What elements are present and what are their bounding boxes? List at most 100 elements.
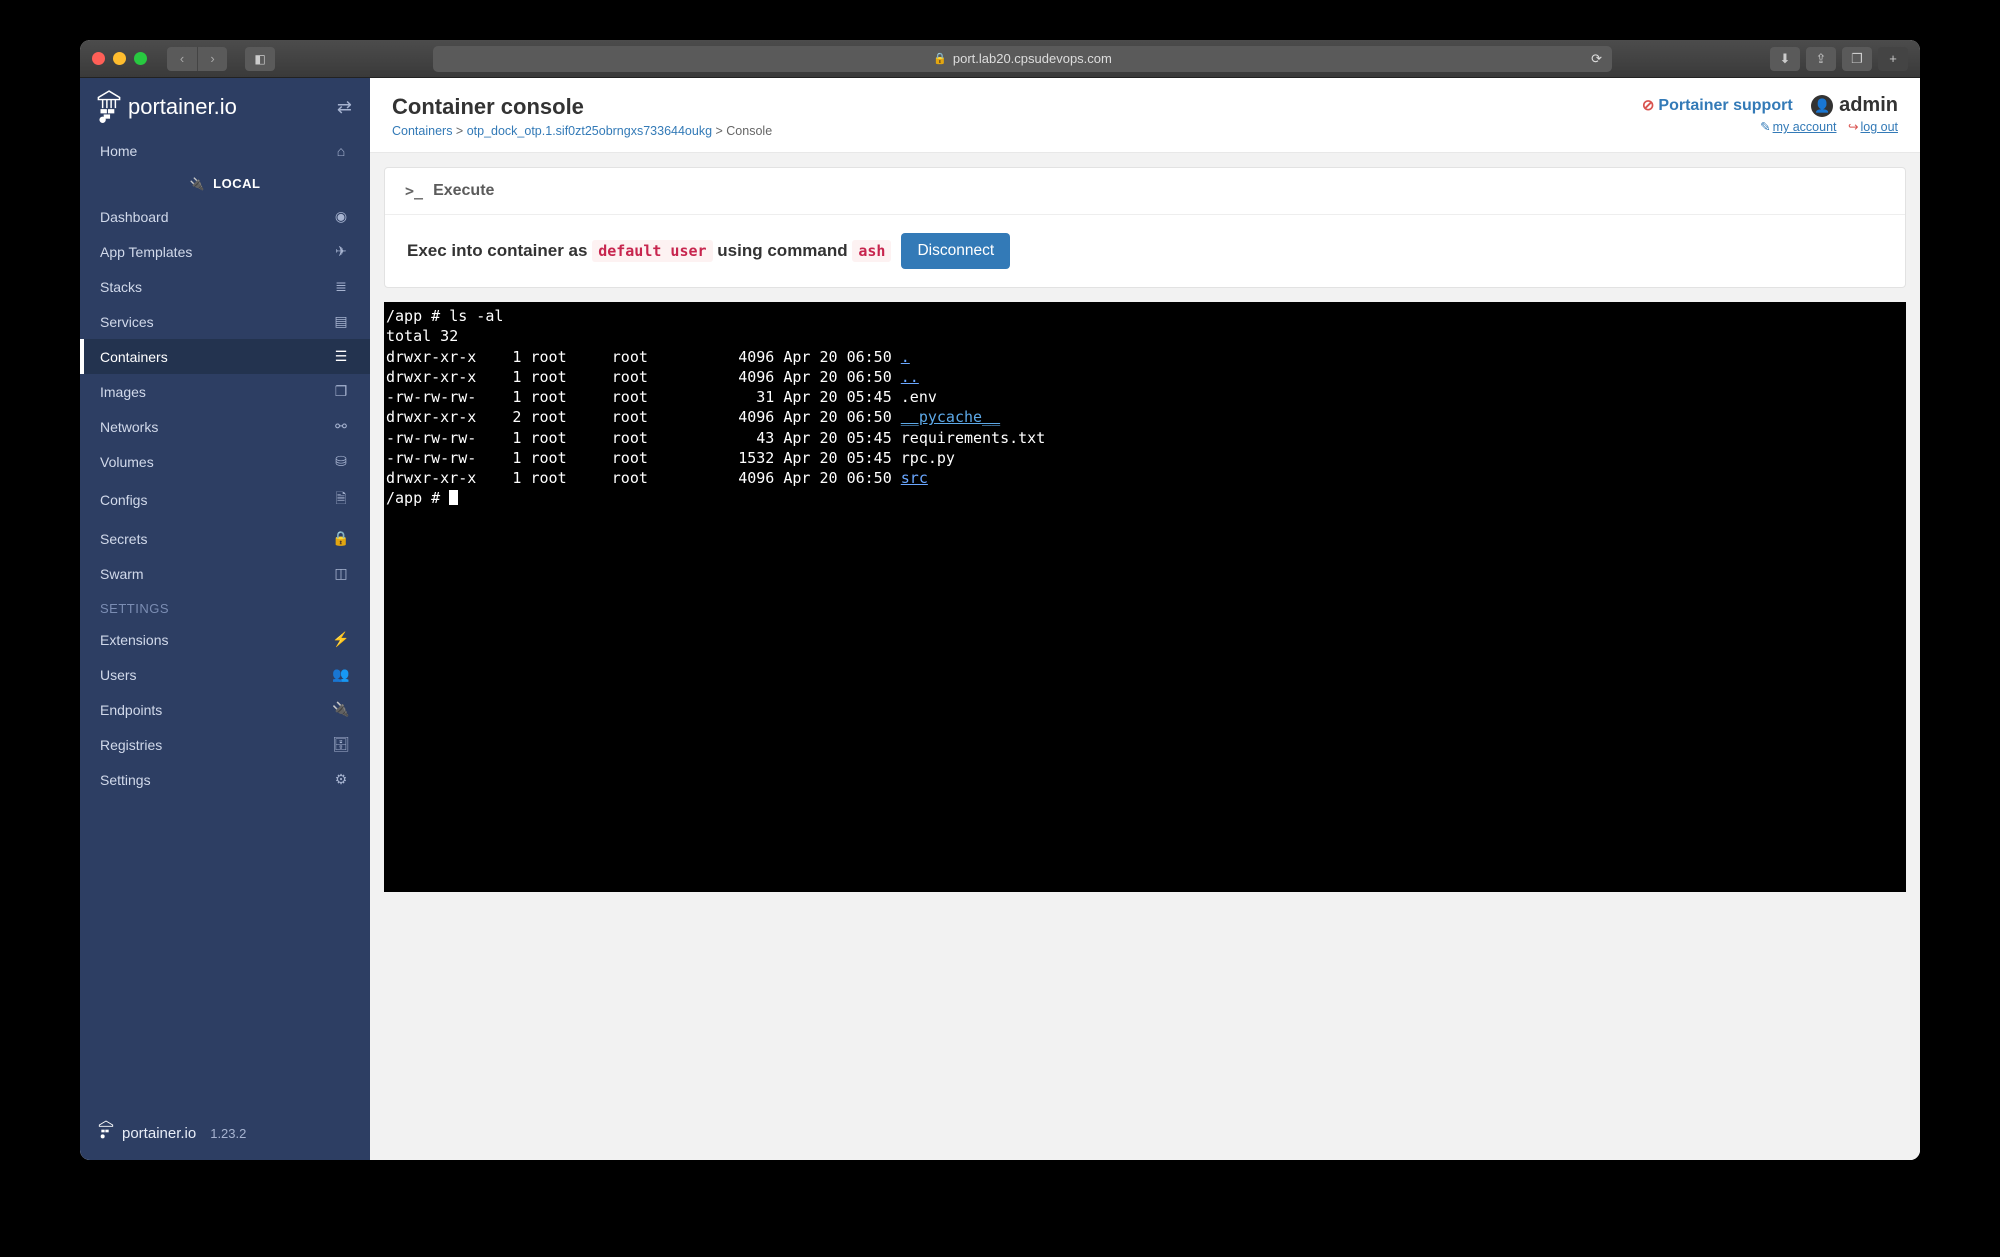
file-icon: 🗎 [332, 488, 350, 512]
sidebar-item-label: Dashboard [100, 209, 169, 225]
tabs-button[interactable]: ❐ [1842, 47, 1872, 71]
hdd-icon: ⛁ [332, 453, 350, 470]
sidebar-item-settings[interactable]: Settings ⚙ [80, 762, 370, 797]
back-button[interactable]: ‹ [167, 47, 197, 71]
minimize-window-button[interactable] [113, 52, 126, 65]
sidebar-item-label: Extensions [100, 632, 168, 648]
sidebar-item-stacks[interactable]: Stacks ≣ [80, 269, 370, 304]
sidebar-item-label: Networks [100, 419, 158, 435]
sidebar-item-label: Endpoints [100, 702, 162, 718]
downloads-button[interactable]: ⬇ [1770, 47, 1800, 71]
sidebar-item-dashboard[interactable]: Dashboard ◉ [80, 199, 370, 234]
rocket-icon: ✈ [332, 243, 350, 260]
log-out-link[interactable]: log out [1860, 120, 1898, 134]
sidebar-item-configs[interactable]: Configs 🗎 [80, 479, 370, 521]
page-title: Container console [392, 94, 772, 120]
database-icon: 🗄 [332, 736, 350, 753]
sidebar-item-label: Images [100, 384, 146, 400]
username: admin [1839, 94, 1898, 117]
exec-text-mid: using command [717, 241, 852, 260]
browser-window: ‹ › ◧ 🔒 port.lab20.cpsudevops.com ⟳ ⬇ ⇪ … [80, 40, 1920, 1160]
home-icon: ⌂ [332, 143, 350, 159]
page-header: Container console Containers > otp_dock_… [370, 78, 1920, 153]
sidebar-item-label: Settings [100, 772, 151, 788]
exec-row: Exec into container as default user usin… [385, 215, 1905, 287]
execute-panel: >_ Execute Exec into container as defaul… [384, 167, 1906, 288]
exec-cmd: ash [852, 240, 891, 262]
edit-icon: ✎ [1760, 120, 1770, 134]
sidebar-item-home[interactable]: Home ⌂ [80, 134, 370, 168]
environment-label: LOCAL [213, 176, 260, 191]
new-tab-button[interactable]: + [1878, 47, 1908, 71]
disconnect-button[interactable]: Disconnect [901, 233, 1010, 269]
terminal-icon: >_ [405, 182, 423, 200]
traffic-lights [92, 52, 147, 65]
exec-text-pre: Exec into container as [407, 241, 592, 260]
sidebar-item-users[interactable]: Users 👥 [80, 657, 370, 692]
footer-version: 1.23.2 [210, 1126, 246, 1141]
logout-icon: ↪ [1848, 120, 1858, 134]
sidebar-item-label: App Templates [100, 244, 192, 260]
collapse-sidebar-icon[interactable]: ⇄ [337, 97, 352, 118]
plug-icon: 🔌 [190, 177, 205, 191]
breadcrumb-containers[interactable]: Containers [392, 124, 452, 138]
current-user[interactable]: 👤 admin [1811, 94, 1898, 117]
sidebar: portainer.io ⇄ Home ⌂ 🔌 LOCAL Dashboard ◉… [80, 78, 370, 1160]
address-bar[interactable]: 🔒 port.lab20.cpsudevops.com ⟳ [433, 46, 1612, 72]
lock-icon: 🔒 [332, 530, 350, 547]
brand-text: portainer.io [128, 94, 237, 120]
server-icon: ☰ [332, 348, 350, 365]
sidebar-item-app-templates[interactable]: App Templates ✈ [80, 234, 370, 269]
list-icon: ≣ [332, 278, 350, 295]
users-icon: 👥 [332, 666, 350, 683]
clone-icon: ❐ [332, 383, 350, 400]
sidebar-item-images[interactable]: Images ❐ [80, 374, 370, 409]
object-group-icon: ◫ [332, 565, 350, 582]
sidebar-item-extensions[interactable]: Extensions ⚡ [80, 622, 370, 657]
my-account-link[interactable]: my account [1773, 120, 1837, 134]
breadcrumb: Containers > otp_dock_otp.1.sif0zt25obrn… [392, 124, 772, 138]
main: Container console Containers > otp_dock_… [370, 78, 1920, 1160]
sidebar-item-label: Registries [100, 737, 162, 753]
sidebar-item-label: Containers [100, 349, 168, 365]
settings-section-label: SETTINGS [80, 591, 370, 622]
sidebar-item-label: Users [100, 667, 137, 683]
environment-selector[interactable]: 🔌 LOCAL [80, 168, 370, 199]
portainer-logo[interactable]: portainer.io [96, 90, 237, 124]
sidebar-item-label: Configs [100, 492, 147, 508]
titlebar: ‹ › ◧ 🔒 port.lab20.cpsudevops.com ⟳ ⬇ ⇪ … [80, 40, 1920, 78]
breadcrumb-container-id[interactable]: otp_dock_otp.1.sif0zt25obrngxs733644oukg [467, 124, 712, 138]
sidebar-nav: Home ⌂ 🔌 LOCAL Dashboard ◉ App Templates ✈ S… [80, 134, 370, 1106]
sidebar-item-swarm[interactable]: Swarm◫ [80, 556, 370, 591]
bolt-icon: ⚡ [332, 631, 350, 648]
execute-panel-header[interactable]: >_ Execute [385, 168, 1905, 215]
clipboard-icon: ▤ [332, 313, 350, 330]
cogs-icon: ⚙ [332, 771, 350, 788]
sidebar-item-label: Services [100, 314, 154, 330]
terminal[interactable]: /app # ls -al total 32 drwxr-xr-x 1 root… [384, 302, 1906, 892]
reload-icon[interactable]: ⟳ [1591, 51, 1602, 67]
sidebar-item-networks[interactable]: Networks⚯ [80, 409, 370, 444]
url-text: port.lab20.cpsudevops.com [953, 51, 1112, 66]
sidebar-item-label: Stacks [100, 279, 142, 295]
execute-title: Execute [433, 182, 494, 200]
portainer-support-link[interactable]: ⊘Portainer support [1642, 97, 1797, 114]
sidebar-footer: portainer.io 1.23.2 [80, 1106, 370, 1160]
sidebar-item-services[interactable]: Services ▤ [80, 304, 370, 339]
share-button[interactable]: ⇪ [1806, 47, 1836, 71]
footer-logo-icon [98, 1120, 114, 1146]
sidebar-toggle-button[interactable]: ◧ [245, 47, 275, 71]
sidebar-item-endpoints[interactable]: Endpoints🔌 [80, 692, 370, 727]
logo-icon [96, 90, 122, 124]
maximize-window-button[interactable] [134, 52, 147, 65]
sidebar-item-label: Volumes [100, 454, 154, 470]
forward-button[interactable]: › [197, 47, 227, 71]
sidebar-item-containers[interactable]: Containers ☰ [80, 339, 370, 374]
sidebar-item-volumes[interactable]: Volumes ⛁ [80, 444, 370, 479]
sidebar-item-registries[interactable]: Registries 🗄 [80, 727, 370, 762]
tachometer-icon: ◉ [332, 208, 350, 225]
sidebar-item-label: Home [100, 143, 137, 159]
sidebar-item-secrets[interactable]: Secrets 🔒 [80, 521, 370, 556]
sidebar-item-label: Secrets [100, 531, 147, 547]
close-window-button[interactable] [92, 52, 105, 65]
